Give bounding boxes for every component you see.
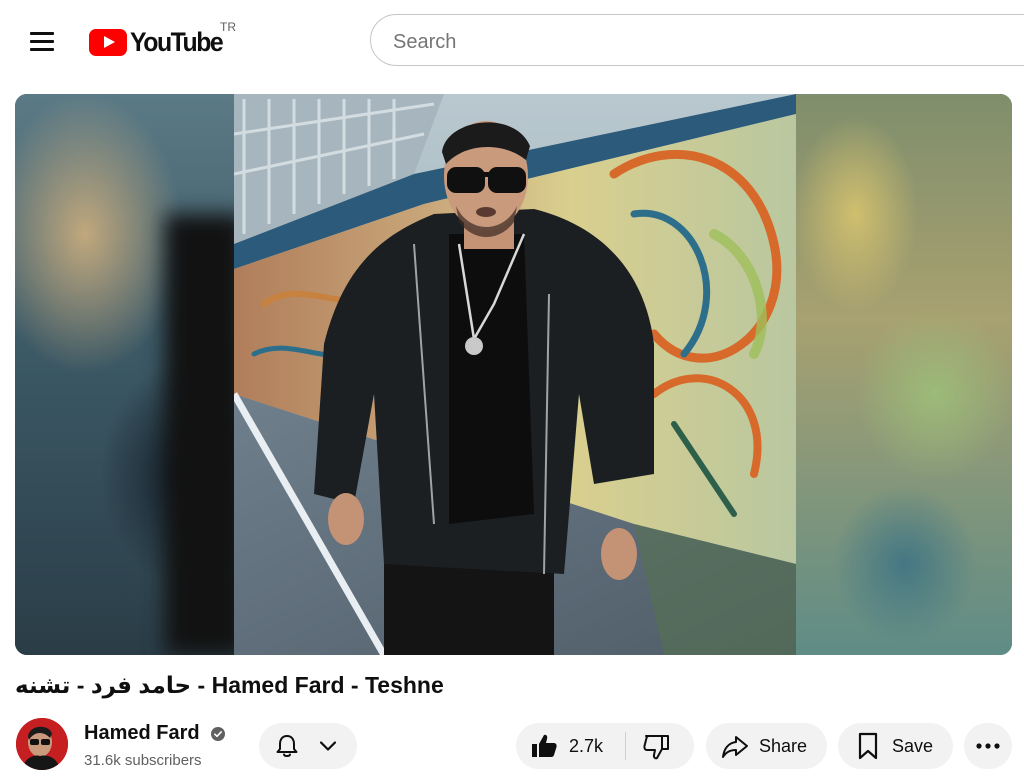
like-dislike-divider	[625, 732, 626, 760]
more-horizontal-icon	[976, 743, 1000, 749]
youtube-watch-page: YouTube TR Search حامد فرد - تشنه - Hame…	[0, 0, 1024, 783]
video-title-persian: حامد فرد - تشنه	[15, 672, 192, 698]
avatar[interactable]	[16, 718, 68, 770]
blurred-backdrop-left	[15, 94, 235, 655]
like-count: 2.7k	[569, 736, 604, 756]
youtube-logo[interactable]: YouTube	[89, 26, 230, 58]
search-input[interactable]	[391, 27, 995, 57]
video-title: حامد فرد - تشنه - Hamed Fard - Teshne	[15, 672, 1005, 699]
save-button[interactable]: Save	[838, 723, 953, 769]
like-dislike-group: 2.7k	[516, 723, 694, 769]
save-label: Save	[892, 736, 934, 756]
bell-icon	[276, 735, 298, 757]
channel-name[interactable]: Hamed Fard	[84, 722, 200, 745]
logo-text: YouTube	[130, 26, 224, 57]
avatar-image	[16, 718, 68, 770]
share-button[interactable]: Share	[706, 723, 827, 769]
notifications-button[interactable]	[259, 723, 357, 769]
bookmark-icon	[858, 732, 878, 760]
youtube-play-logo-icon	[89, 28, 127, 56]
verified-icon	[211, 727, 225, 741]
blurred-backdrop-right	[795, 94, 1012, 655]
video-title-english: Hamed Fard - Teshne	[211, 672, 444, 698]
menu-icon[interactable]	[22, 22, 62, 62]
chevron-down-icon	[319, 741, 337, 751]
video-player[interactable]	[15, 94, 1012, 655]
dislike-button[interactable]	[626, 723, 694, 769]
share-label: Share	[759, 736, 808, 756]
share-icon	[722, 736, 748, 758]
country-code: TR	[220, 20, 236, 34]
more-actions-button[interactable]	[964, 723, 1012, 769]
video-frame	[234, 94, 796, 655]
video-frame-illustration	[234, 94, 796, 655]
thumbs-down-icon	[643, 735, 669, 760]
search-box[interactable]	[370, 14, 1024, 66]
subscriber-count: 31.6k subscribers	[84, 752, 202, 769]
like-button[interactable]: 2.7k	[516, 723, 625, 769]
video-title-separator: -	[191, 672, 212, 698]
thumbs-up-icon	[532, 734, 557, 757]
masthead: YouTube TR	[0, 0, 1024, 84]
